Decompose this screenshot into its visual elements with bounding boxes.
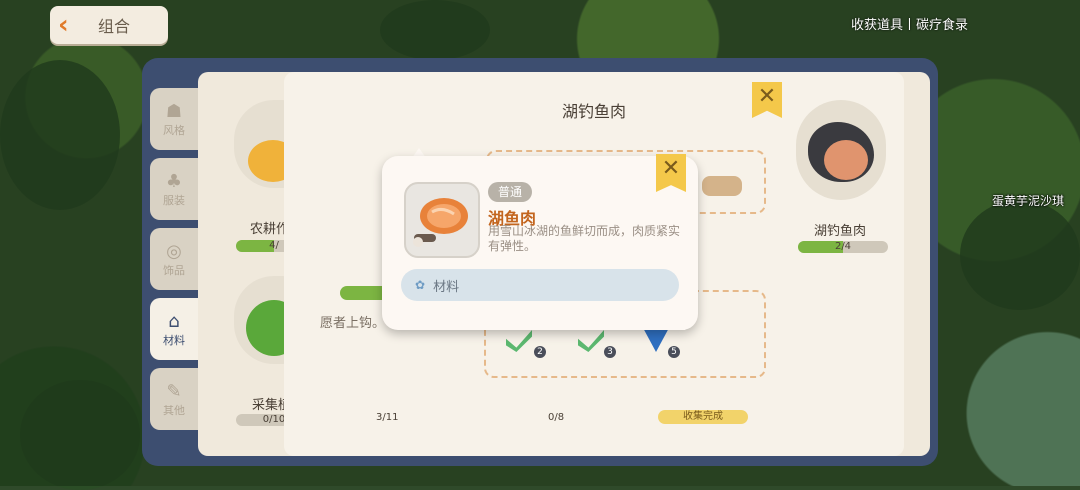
slot-count-badge: 2: [534, 346, 546, 358]
sidebar-tab-label: 服装: [163, 193, 185, 207]
sidebar-tab-label: 材料: [163, 333, 185, 347]
sidebar-tab-materials[interactable]: ⌂ 材料: [150, 298, 198, 360]
detail-hint-text: 愿者上钩。: [320, 316, 386, 331]
fish-card-name: 湖钓鱼肉: [814, 224, 867, 239]
fish-meat-flesh: [824, 140, 868, 180]
fish-steak-icon: [413, 198, 468, 247]
sidebar-tab-other[interactable]: ✎ 其他: [150, 368, 198, 430]
outfit-icon: ♣: [165, 170, 183, 192]
item-icon-frame: [404, 182, 480, 258]
fish-meat-card[interactable]: [796, 100, 886, 200]
hanger-icon: ☗: [165, 100, 183, 122]
close-icon: ✕: [757, 84, 777, 109]
category-sidebar: ☗ 风格 ♣ 服装 ◎ 饰品 ⌂ 材料 ✎ 其他: [150, 88, 198, 438]
fish-progress-bar: 2/4: [798, 241, 888, 253]
bottom-progress-text: 0/8: [548, 412, 565, 423]
back-button[interactable]: ‹ 组合: [50, 6, 168, 44]
rarity-badge: 普通: [488, 182, 532, 202]
sidebar-tab-label: 饰品: [163, 263, 185, 277]
slot-count-badge: 5: [668, 346, 680, 358]
bottom-progress-text: 3/11: [376, 412, 399, 423]
item-category-tag: ✿ 材料: [401, 269, 679, 301]
tool-icon: ✎: [166, 380, 182, 402]
sidebar-tab-label: 其他: [163, 403, 185, 417]
paw-icon: ✿: [415, 278, 426, 292]
back-button-label: 组合: [98, 17, 131, 36]
hanger-icon: ⌂: [168, 310, 180, 332]
collect-status-badge: 收集完成: [658, 410, 748, 424]
back-arrow-icon: ‹: [58, 10, 69, 40]
log-icon: [702, 176, 742, 196]
sidebar-tab-style[interactable]: ☗ 风格: [150, 88, 198, 150]
item-description: 用雪山冰湖的鱼鲜切而成，肉质紧实有弹性。: [488, 224, 681, 253]
accessory-icon: ◎: [166, 240, 182, 262]
sidebar-tab-accessory[interactable]: ◎ 饰品: [150, 228, 198, 290]
sidebar-tab-outfit[interactable]: ♣ 服装: [150, 158, 198, 220]
npc-name-label: 蛋黄芋泥沙琪: [992, 194, 1065, 208]
close-icon: ✕: [661, 156, 681, 181]
slot-count-badge: 3: [604, 346, 616, 358]
item-category-label: 材料: [433, 279, 460, 295]
sidebar-tab-label: 风格: [163, 123, 185, 137]
hud-status-text: 收获道具丨碳疗食录: [850, 18, 968, 33]
